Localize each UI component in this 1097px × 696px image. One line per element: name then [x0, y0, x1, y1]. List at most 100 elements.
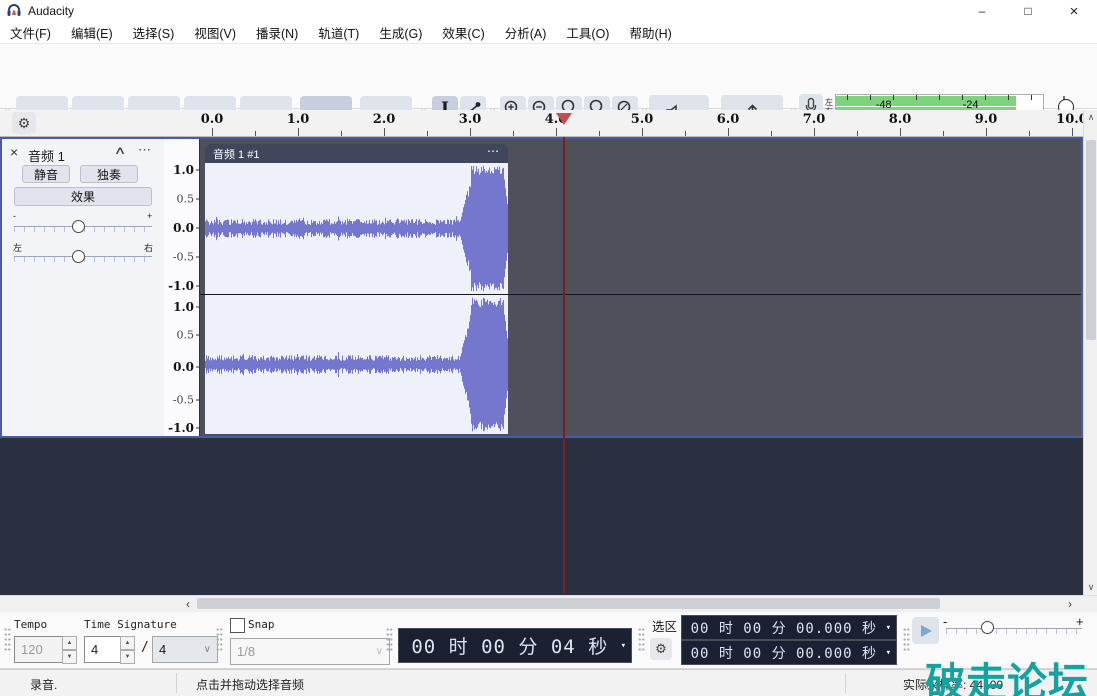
snap-grip[interactable]: [216, 627, 223, 653]
maximize-button[interactable]: □: [1005, 0, 1051, 22]
menu-edit[interactable]: 编辑(E): [61, 22, 123, 44]
timesig-lower-value: 4: [159, 642, 166, 657]
horizontal-scrollbar-thumb[interactable]: [197, 598, 940, 609]
solo-button[interactable]: 独奏: [80, 165, 138, 183]
speed-max-label: +: [1076, 614, 1084, 629]
timesig-lower-select[interactable]: 4∨: [152, 636, 218, 663]
track-close-button[interactable]: ×: [10, 144, 18, 160]
snap-select[interactable]: 1/8∨: [230, 638, 390, 665]
snap-checkbox[interactable]: [230, 618, 245, 633]
speed-min-label: -: [943, 614, 947, 629]
time-signature-label: Time Signature: [84, 618, 177, 631]
audio-position-display[interactable]: 00 时 00 分 04 秒 ▾: [398, 628, 632, 663]
window-title: Audacity: [28, 4, 74, 18]
timeline-label: 8.0: [889, 112, 912, 127]
title-bar: Audacity – □ ×: [0, 0, 1097, 22]
minimize-button[interactable]: –: [959, 0, 1005, 22]
timeline-options-button[interactable]: ⚙: [12, 112, 36, 134]
selection-label: 选区: [652, 616, 677, 635]
effects-button[interactable]: 效果: [14, 187, 152, 206]
vertical-scrollbar[interactable]: ∧ ∨: [1083, 110, 1097, 595]
scale-label: 0.5: [177, 193, 195, 206]
menu-effect[interactable]: 效果(C): [432, 22, 494, 44]
menu-select[interactable]: 选择(S): [123, 22, 185, 44]
vertical-scrollbar-thumb[interactable]: [1086, 140, 1096, 340]
tempo-spinner[interactable]: ▲▼: [62, 636, 77, 664]
play-at-speed-button[interactable]: [912, 617, 939, 644]
scale-label: 0.0: [173, 360, 194, 374]
tempo-input[interactable]: 120: [14, 636, 66, 663]
audio-clip[interactable]: 音频 1 #1 ⋯: [205, 144, 508, 434]
gain-min-label: -: [13, 211, 16, 221]
menu-bar: 文件(F) 编辑(E) 选择(S) 视图(V) 播录(N) 轨道(T) 生成(G…: [0, 22, 1097, 44]
tempo-label: Tempo: [14, 618, 47, 631]
time-toolbar-grip[interactable]: [386, 627, 393, 653]
menu-help[interactable]: 帮助(H): [619, 22, 681, 44]
waveform-left-channel: [205, 163, 508, 294]
menu-analyze[interactable]: 分析(A): [495, 22, 557, 44]
pan-right-label: 右: [144, 241, 153, 254]
dropdown-arrow-icon[interactable]: ▾: [886, 623, 891, 633]
audacity-logo-icon: [6, 3, 22, 19]
close-button[interactable]: ×: [1051, 0, 1097, 22]
forum-watermark: 破走论坛: [925, 650, 1097, 696]
playhead-marker[interactable]: [556, 113, 572, 125]
menu-file[interactable]: 文件(F): [0, 22, 61, 44]
clip-header[interactable]: 音频 1 #1 ⋯: [205, 144, 508, 163]
timeline-label: 2.0: [373, 112, 396, 127]
menu-view[interactable]: 视图(V): [184, 22, 246, 44]
selection-options-button[interactable]: ⚙: [650, 638, 672, 660]
track-name[interactable]: 音频 1: [28, 146, 65, 165]
waveform-area[interactable]: 音频 1 #1 ⋯: [200, 139, 1081, 436]
track-menu-button[interactable]: ⋯: [138, 142, 152, 158]
play-speed-slider[interactable]: [946, 628, 1082, 634]
selection-end-display[interactable]: 00 时 00 分 00.000 秒 ▾: [681, 640, 897, 665]
scale-label: -1.0: [168, 279, 194, 293]
waveform-right-channel: [205, 295, 508, 434]
scale-label: 1.0: [173, 163, 194, 177]
clip-title: 音频 1 #1: [213, 146, 259, 162]
mute-button[interactable]: 静音: [22, 165, 70, 183]
empty-track-area[interactable]: [0, 438, 1083, 595]
track-collapse-button[interactable]: ∧: [114, 144, 127, 157]
play-speed-icon: [918, 623, 934, 639]
gear-icon: ⚙: [655, 641, 667, 657]
timeline-label: 3.0: [459, 112, 482, 127]
timeline-label: 5.0: [631, 112, 654, 127]
record-meter-scale-48: -48: [876, 99, 892, 111]
play-speed-grip[interactable]: [903, 627, 910, 653]
selection-end-value: 00 时 00 分 00.000 秒: [682, 643, 886, 663]
dropdown-arrow-icon[interactable]: ▾: [886, 648, 891, 658]
clip-body[interactable]: [205, 163, 508, 434]
scale-label: 1.0: [173, 300, 194, 314]
scroll-down-icon[interactable]: ∨: [1084, 582, 1097, 593]
vertical-scale-ruler: 1.00.50.0-0.5-1.01.00.50.0-0.5-1.0: [164, 139, 200, 436]
status-recording: 录音.: [30, 676, 57, 693]
menu-tools[interactable]: 工具(O): [556, 22, 619, 44]
scale-label: -0.5: [173, 251, 194, 264]
menu-tracks[interactable]: 轨道(T): [308, 22, 369, 44]
selection-toolbar-grip[interactable]: [638, 627, 645, 653]
gain-slider-thumb[interactable]: [72, 220, 85, 233]
main-toolbar: I ↶: [0, 45, 1097, 109]
timesig-slash: /: [141, 640, 149, 655]
dropdown-arrow-icon[interactable]: ▾: [621, 641, 626, 651]
play-speed-thumb[interactable]: [981, 621, 994, 634]
pan-slider-thumb[interactable]: [72, 250, 85, 263]
timeline-label: 0.0: [201, 112, 224, 127]
timesig-upper-input[interactable]: 4: [84, 636, 124, 663]
scale-label: -1.0: [168, 421, 194, 435]
timeline-ruler[interactable]: ⚙ 0.01.02.03.04.05.06.07.08.09.010.0: [0, 110, 1097, 137]
timesig-spinner[interactable]: ▲▼: [120, 636, 135, 664]
clip-menu-button[interactable]: ⋯: [487, 144, 500, 158]
scroll-right-icon[interactable]: ›: [1068, 597, 1072, 611]
record-meter-left-label: 左: [825, 98, 833, 107]
scroll-up-icon[interactable]: ∧: [1084, 112, 1097, 123]
menu-transport[interactable]: 播录(N): [246, 22, 308, 44]
selection-start-display[interactable]: 00 时 00 分 00.000 秒 ▾: [681, 615, 897, 640]
scroll-left-icon[interactable]: ‹: [186, 597, 190, 611]
menu-generate[interactable]: 生成(G): [369, 22, 432, 44]
snap-value: 1/8: [237, 644, 255, 659]
timeline-label: 7.0: [803, 112, 826, 127]
time-signature-grip[interactable]: [4, 627, 11, 653]
